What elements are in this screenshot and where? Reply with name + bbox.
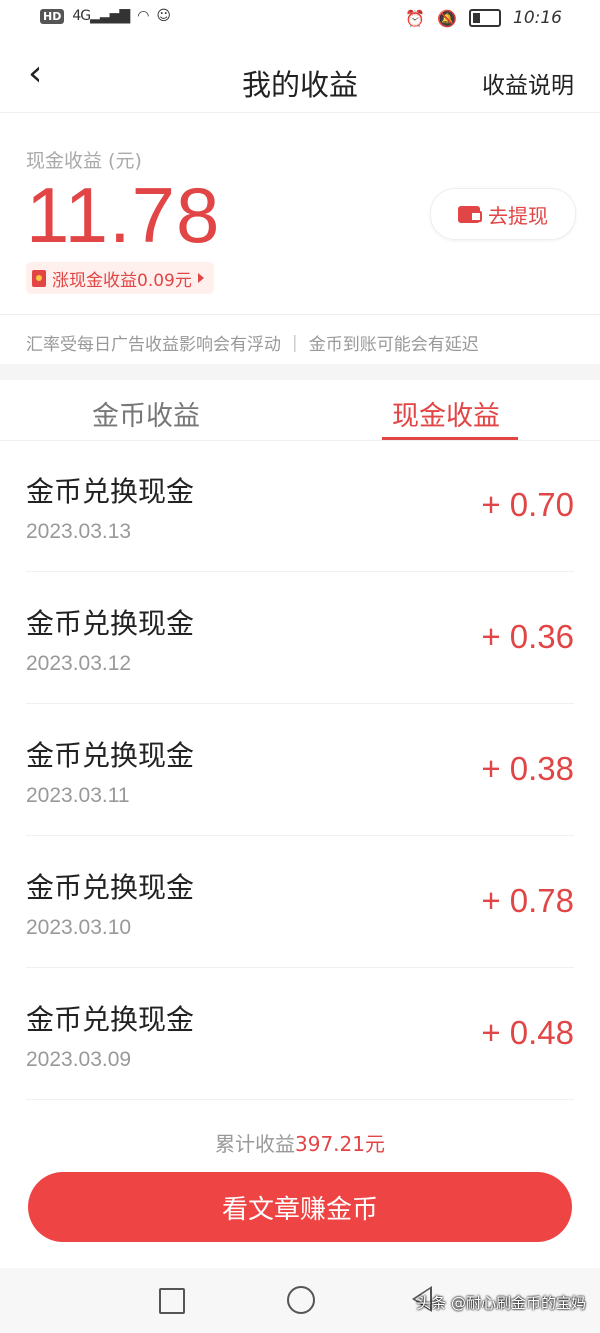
bottom-panel: 累计收益397.21元 看文章赚金币	[0, 1108, 600, 1268]
divider	[0, 314, 600, 315]
withdraw-label: 去提现	[488, 203, 548, 228]
earnings-help-link[interactable]: 收益说明	[482, 66, 574, 100]
read-articles-earn-coins-button[interactable]: 看文章赚金币	[28, 1172, 572, 1242]
home-icon[interactable]	[287, 1286, 315, 1314]
list-item: 金币兑换现金 2023.03.11 + 0.38	[0, 704, 600, 836]
withdraw-button[interactable]: 去提现	[430, 188, 576, 240]
record-amount: + 0.36	[481, 618, 574, 655]
watermark: 头条 @耐心刷金币的宝妈	[416, 1294, 586, 1312]
system-nav-bar: 头条 @耐心刷金币的宝妈	[0, 1268, 600, 1333]
total-earnings: 累计收益397.21元	[0, 1128, 600, 1157]
wallet-icon	[458, 205, 482, 223]
record-date: 2023.03.12	[26, 652, 132, 675]
recent-apps-icon[interactable]	[159, 1288, 185, 1314]
triangle-right-icon	[197, 273, 204, 283]
section-separator	[0, 364, 600, 380]
cash-earnings-label: 现金收益 (元)	[26, 150, 142, 172]
record-title: 金币兑换现金	[26, 607, 195, 640]
nav-bar: ‹ 我的收益 收益说明	[0, 40, 600, 113]
record-date: 2023.03.13	[26, 520, 132, 543]
signal-icon: 4G▂▃▅▇	[72, 8, 130, 24]
list-item: 金币兑换现金 2023.03.10 + 0.78	[0, 836, 600, 968]
promo-text: 涨现金收益0.09元	[52, 270, 192, 291]
record-date: 2023.03.10	[26, 916, 132, 939]
red-packet-icon	[32, 269, 46, 287]
record-amount: + 0.78	[481, 882, 574, 919]
total-label: 累计收益	[215, 1132, 295, 1156]
tab-coin-earnings[interactable]: 金币收益	[92, 394, 200, 433]
record-date: 2023.03.09	[26, 1048, 132, 1071]
record-amount: + 0.70	[481, 486, 574, 523]
wifi-icon: ◠	[137, 8, 149, 24]
status-bar: HD 4G▂▃▅▇ ◠ ☺ ⏰ 🔕 10:16	[0, 0, 600, 40]
avatar-notification-icon: ☺	[156, 8, 171, 24]
cash-earnings-amount: 11.78	[26, 171, 221, 259]
earnings-list: 金币兑换现金 2023.03.13 + 0.70 金币兑换现金 2023.03.…	[0, 440, 600, 1100]
hd-icon: HD	[40, 8, 65, 24]
record-amount: + 0.38	[481, 750, 574, 787]
status-time: 10:16	[513, 8, 562, 28]
record-date: 2023.03.11	[26, 784, 130, 807]
list-item: 金币兑换现金 2023.03.13 + 0.70	[0, 440, 600, 572]
list-item: 金币兑换现金 2023.03.12 + 0.36	[0, 572, 600, 704]
record-title: 金币兑换现金	[26, 1003, 195, 1036]
status-left: HD 4G▂▃▅▇ ◠ ☺	[40, 8, 171, 24]
list-item: 金币兑换现金 2023.03.09 + 0.48	[0, 968, 600, 1100]
record-title: 金币兑换现金	[26, 871, 195, 904]
rate-notice: 汇率受每日广告收益影响会有浮动 ｜ 金币到账可能会有延迟	[26, 335, 479, 355]
promo-badge[interactable]: 涨现金收益0.09元	[26, 262, 214, 294]
record-amount: + 0.48	[481, 1014, 574, 1051]
alarm-icon: ⏰	[405, 8, 426, 28]
battery-icon	[469, 9, 501, 27]
tab-cash-earnings[interactable]: 现金收益	[392, 394, 500, 433]
network-label: 4G	[72, 8, 91, 24]
record-title: 金币兑换现金	[26, 475, 195, 508]
total-value: 397.21元	[295, 1132, 385, 1156]
mute-icon: 🔕	[437, 8, 457, 28]
earnings-tabs: 金币收益 现金收益	[0, 380, 600, 441]
status-right: ⏰ 🔕 10:16	[405, 8, 562, 28]
record-title: 金币兑换现金	[26, 739, 195, 772]
